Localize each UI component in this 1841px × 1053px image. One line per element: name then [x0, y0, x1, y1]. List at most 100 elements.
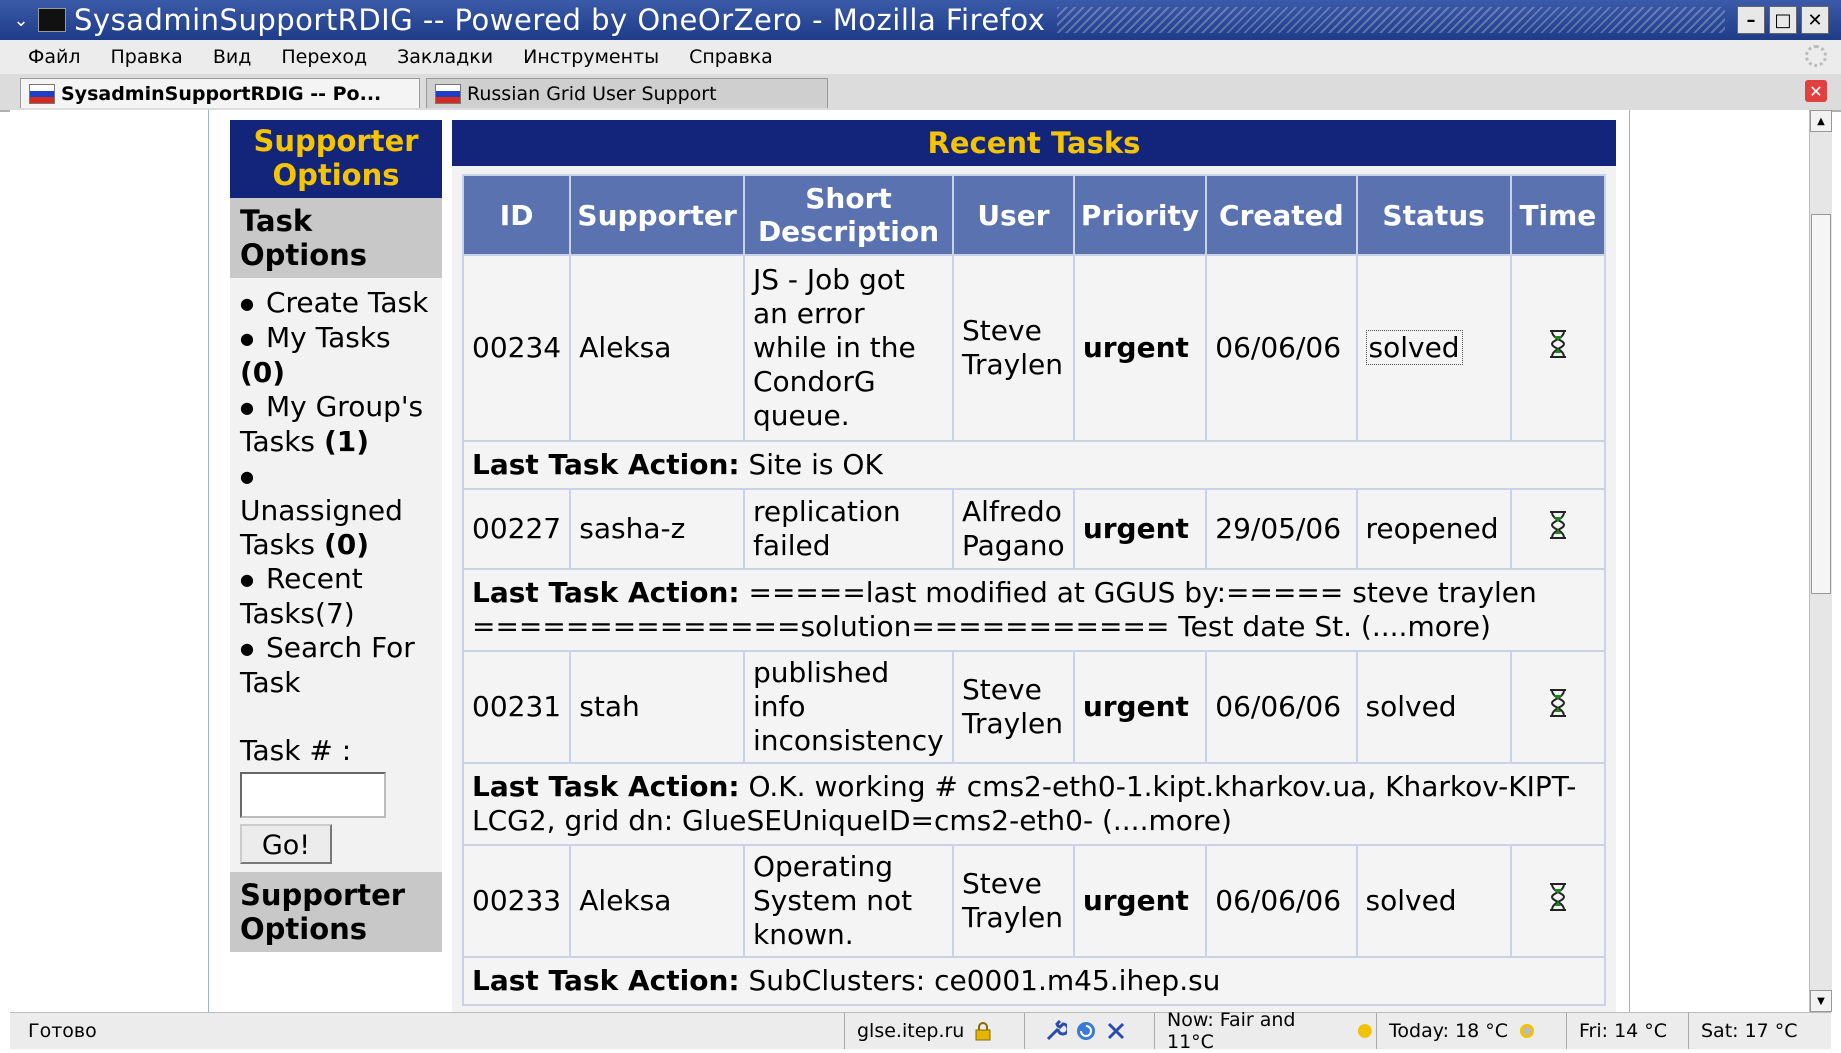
window-title: SysadminSupportRDIG -- Powered by OneOrZ… [74, 3, 1046, 37]
task-time[interactable] [1511, 846, 1604, 956]
weather-fri-text: Fri: 14 °C [1579, 1020, 1668, 1042]
task-supporter: stah [571, 652, 743, 762]
menu-file[interactable]: Файл [28, 46, 81, 68]
task-id[interactable]: 00231 [464, 652, 570, 762]
hourglass-icon[interactable] [1547, 688, 1569, 718]
bullet-icon: ● [240, 639, 254, 658]
task-id[interactable]: 00227 [464, 490, 570, 568]
menu-view[interactable]: Вид [213, 46, 252, 68]
task-id[interactable]: 00233 [464, 846, 570, 956]
menu-help[interactable]: Справка [689, 46, 773, 68]
task-user: Alfredo Pagano [954, 490, 1073, 568]
tab-russian-grid[interactable]: Russian Grid User Support [426, 78, 828, 108]
update-icon[interactable] [1075, 1020, 1097, 1042]
bullet-icon: ● [240, 294, 254, 313]
column-header-created[interactable]: Created [1207, 176, 1356, 254]
weather-fri[interactable]: Fri: 14 °C [1566, 1013, 1688, 1049]
task-priority: urgent [1074, 256, 1206, 440]
column-header-description[interactable]: Short Description [744, 176, 953, 254]
maximize-icon[interactable]: □ [1769, 6, 1797, 34]
sidebar-item-label: Recent Tasks(7) [240, 562, 363, 630]
task-user: Steve Traylen [954, 256, 1073, 440]
scroll-up-icon[interactable]: ▲ [1810, 110, 1832, 132]
weather-sat-text: Sat: 17 °C [1701, 1020, 1798, 1042]
close-tab-icon[interactable]: ✕ [1805, 80, 1827, 102]
task-status-cell: solved [1357, 256, 1510, 440]
hourglass-icon[interactable] [1547, 510, 1569, 540]
column-header-priority[interactable]: Priority [1074, 176, 1206, 254]
menu-bar: Файл Правка Вид Переход Закладки Инструм… [0, 40, 1841, 75]
table-row[interactable]: 00227 sasha-z replication failed Alfredo… [464, 490, 1604, 568]
tab-sysadmin-support[interactable]: SysadminSupportRDIG -- Po... [20, 78, 420, 108]
status-text: Готово [28, 1020, 97, 1042]
bullet-icon: ● [240, 570, 254, 589]
vertical-scrollbar[interactable]: ▲ ▼ [1809, 110, 1832, 1012]
host-segment: glse.itep.ru [844, 1013, 1024, 1049]
task-number-label: Task # : [240, 734, 352, 767]
count-badge: (0) [323, 528, 370, 561]
sidebar-item-recent-tasks[interactable]: ● Recent Tasks(7) [240, 562, 432, 631]
task-status: solved [1357, 846, 1510, 956]
column-header-supporter[interactable]: Supporter [571, 176, 743, 254]
task-supporter: Aleksa [571, 846, 743, 956]
wrench-icon[interactable] [1045, 1020, 1067, 1042]
menu-bookmarks[interactable]: Закладки [397, 46, 493, 68]
recent-tasks-title: Recent Tasks [452, 120, 1616, 166]
table-row[interactable]: 00233 Aleksa Operating System not known.… [464, 846, 1604, 956]
tasks-table: ID Supporter Short Description User Prio… [462, 174, 1606, 1006]
task-status: reopened [1357, 490, 1510, 568]
sidebar-item-my-group-tasks[interactable]: ● My Group's Tasks (1) [240, 390, 432, 459]
scroll-down-icon[interactable]: ▼ [1810, 990, 1832, 1012]
weather-now[interactable]: Now: Fair and 11°C [1154, 1009, 1376, 1053]
menu-tools[interactable]: Инструменты [523, 46, 659, 68]
table-header-row: ID Supporter Short Description User Prio… [464, 176, 1604, 254]
task-description[interactable]: replication failed [744, 490, 953, 568]
column-header-time[interactable]: Time [1511, 176, 1604, 254]
task-time[interactable] [1511, 490, 1604, 568]
last-action-row: Last Task Action: SubClusters: ce0001.m4… [464, 958, 1604, 1004]
task-id[interactable]: 00234 [464, 256, 570, 440]
menu-edit[interactable]: Правка [111, 46, 183, 68]
last-action-label: Last Task Action: [472, 770, 740, 803]
scrollbar-thumb[interactable] [1811, 214, 1831, 594]
task-status: solved [1365, 330, 1463, 365]
column-header-status[interactable]: Status [1357, 176, 1510, 254]
app-icon [38, 8, 66, 32]
weather-sat[interactable]: Sat: 17 °C [1688, 1013, 1831, 1049]
sidebar-item-unassigned-tasks[interactable]: ● Unassigned Tasks (0) [240, 459, 432, 562]
task-options-title: Task Options [230, 198, 442, 278]
task-description[interactable]: published info inconsistency [744, 652, 953, 762]
task-created: 06/06/06 [1207, 256, 1356, 440]
satellite-icon[interactable] [1105, 1020, 1127, 1042]
go-button[interactable]: Go! [240, 824, 332, 864]
hourglass-icon[interactable] [1547, 882, 1569, 912]
last-action-text: Site is OK [748, 448, 883, 481]
column-header-id[interactable]: ID [464, 176, 570, 254]
weather-now-text: Now: Fair and 11°C [1167, 1009, 1296, 1053]
sidebar-item-search-task[interactable]: ● Search For Task [240, 631, 432, 700]
weather-today[interactable]: Today: 18 °C [1376, 1013, 1566, 1049]
hourglass-icon[interactable] [1547, 329, 1569, 359]
last-action-row: Last Task Action: Site is OK [464, 442, 1604, 488]
column-header-user[interactable]: User [954, 176, 1073, 254]
task-description[interactable]: JS - Job got an error while in the Condo… [744, 256, 953, 440]
task-time[interactable] [1511, 652, 1604, 762]
task-user: Steve Traylen [954, 846, 1073, 956]
table-row[interactable]: 00231 stah published info inconsistency … [464, 652, 1604, 762]
sidebar-item-label: My Tasks [265, 321, 391, 354]
sidebar-item-my-tasks[interactable]: ● My Tasks (0) [240, 321, 432, 390]
window-menu-icon[interactable]: ⌄ [8, 7, 34, 33]
minimize-icon[interactable]: – [1737, 6, 1765, 34]
lock-icon[interactable] [972, 1020, 994, 1042]
last-action-label: Last Task Action: [472, 964, 740, 997]
task-user: Steve Traylen [954, 652, 1073, 762]
last-action-cell: Last Task Action: =====last modified at … [464, 570, 1604, 650]
close-icon[interactable]: ✕ [1801, 6, 1829, 34]
table-row[interactable]: 00234 Aleksa JS - Job got an error while… [464, 256, 1604, 440]
task-time[interactable] [1511, 256, 1604, 440]
menu-go[interactable]: Переход [281, 46, 367, 68]
task-priority: urgent [1074, 652, 1206, 762]
task-number-input[interactable] [240, 772, 386, 818]
task-description[interactable]: Operating System not known. [744, 846, 953, 956]
sidebar-item-create-task[interactable]: ● Create Task [240, 286, 432, 321]
